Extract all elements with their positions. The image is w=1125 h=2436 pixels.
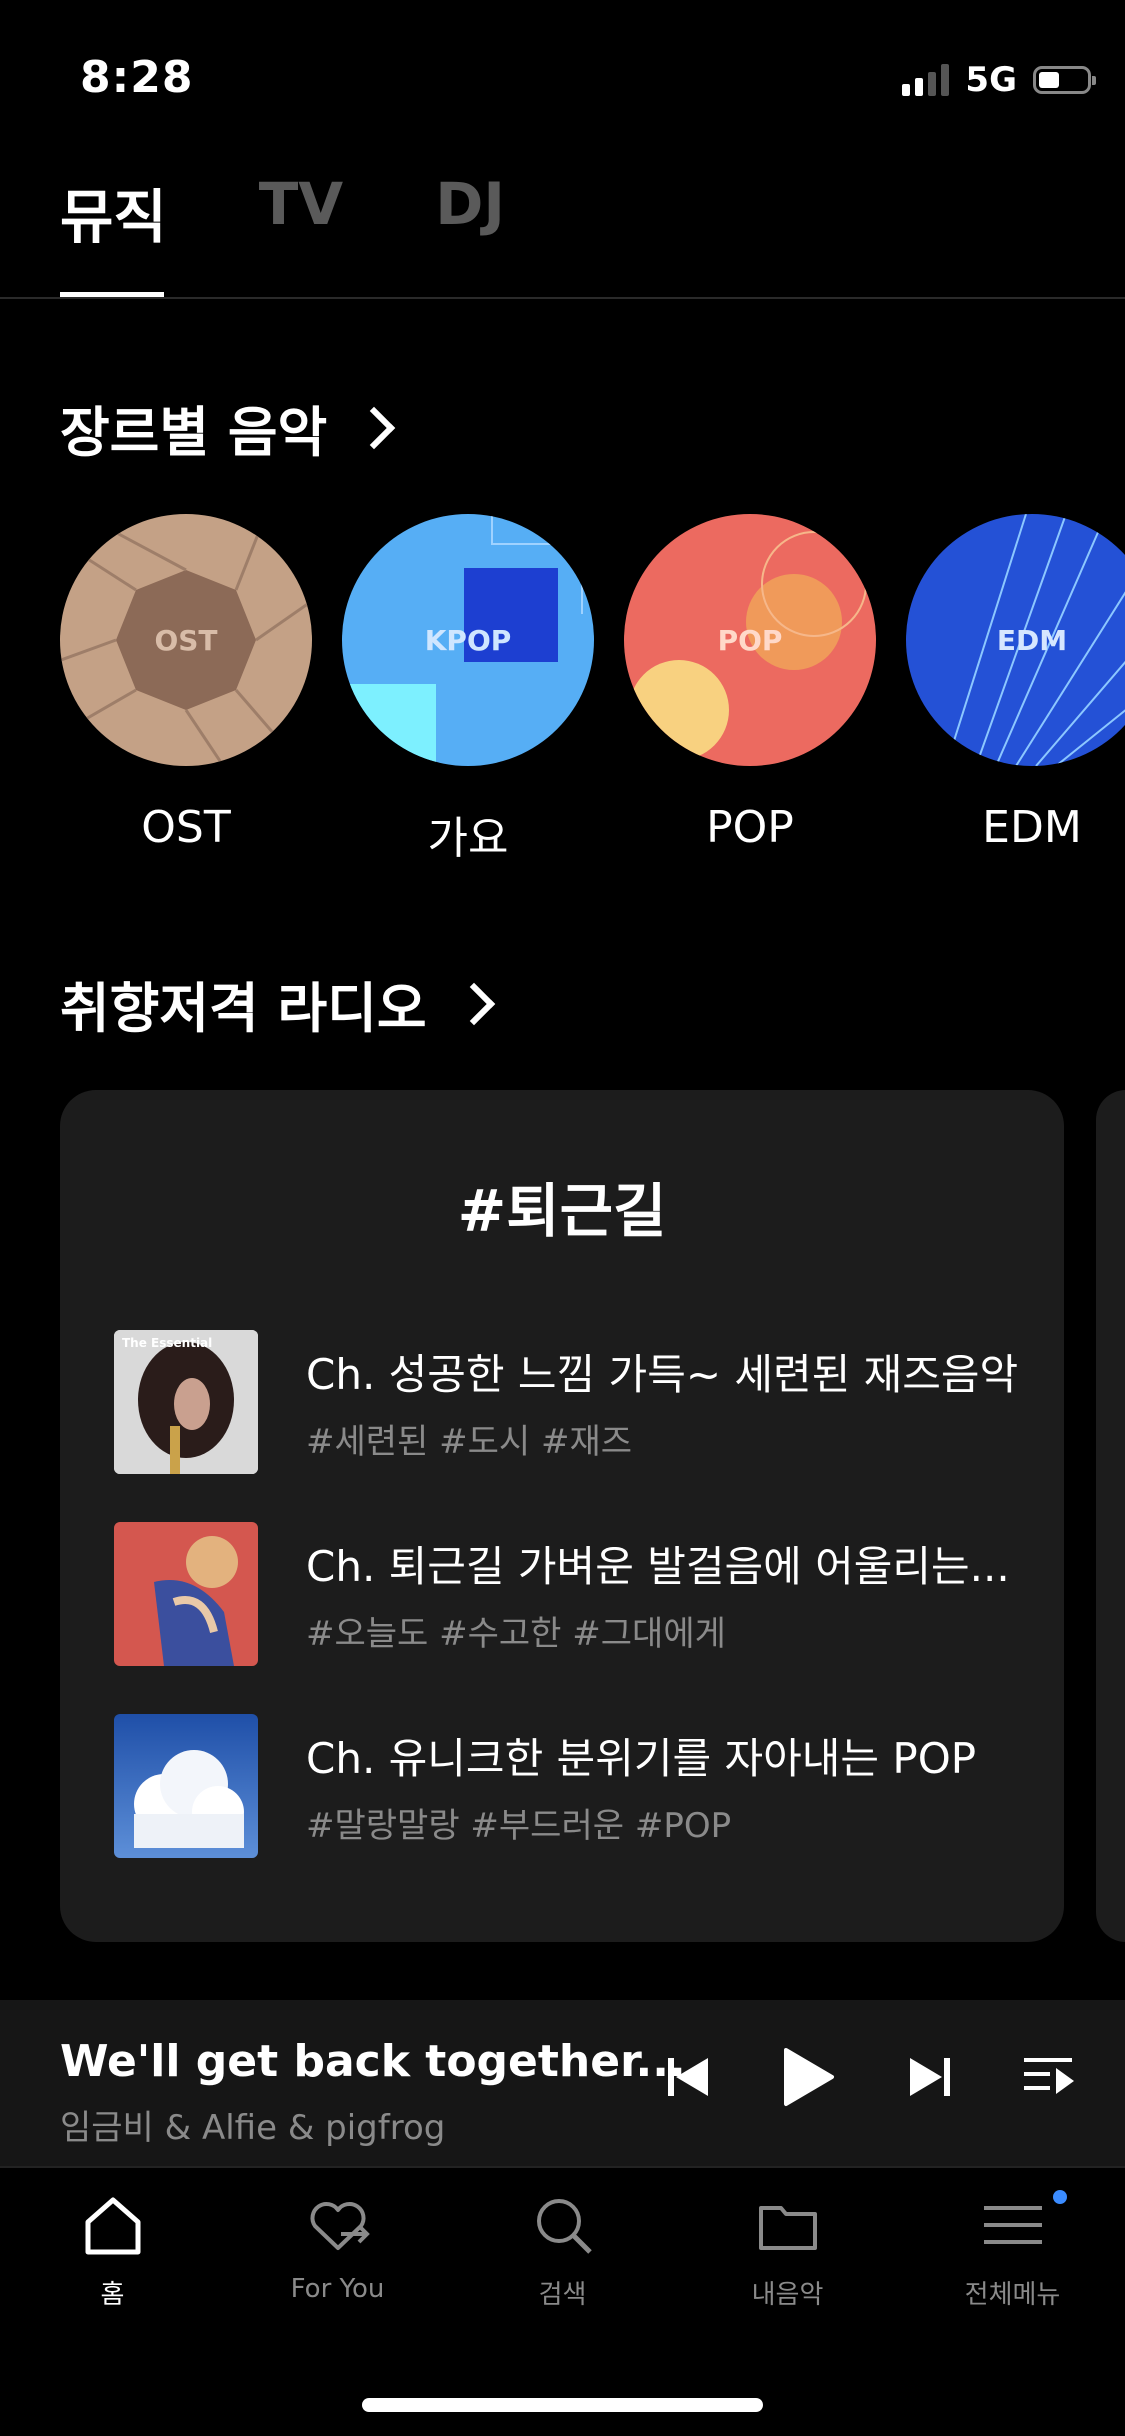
nav-full-menu-label: 전체메뉴 — [964, 2280, 1061, 2310]
channel-cover-text: The Essential — [122, 1336, 213, 1350]
radio-section-title: 취향저격 라디오 — [60, 977, 427, 1040]
bottom-nav: 홈 For You 검색 내음악 전체메뉴 — [0, 2190, 1125, 2311]
next-button[interactable] — [904, 2052, 954, 2106]
signal-icon — [902, 64, 950, 96]
genre-kpop-label: 가요 — [427, 813, 509, 864]
radio-channel-item[interactable]: The Essential Ch. 성공한 느낌 가득~ 세련된 재즈음악 #세… — [114, 1330, 1018, 1474]
genre-ost-badge: OST — [154, 623, 218, 657]
channel-tags: #말랑말랑 #부드러운 #POP — [306, 1806, 732, 1846]
playlist-button[interactable] — [1020, 2052, 1076, 2106]
play-button[interactable] — [776, 2046, 838, 2112]
tab-dj[interactable]: DJ — [435, 170, 505, 254]
genre-ost-label: OST — [141, 802, 231, 853]
home-icon — [85, 2197, 140, 2255]
nav-for-you-label: For You — [290, 2274, 385, 2304]
radio-card[interactable]: #퇴근길 The Essential Ch. 성공한 느낌 가득~ 세련된 재즈… — [60, 1090, 1064, 1942]
nav-search-label: 검색 — [538, 2280, 587, 2310]
genre-edm-badge: EDM — [996, 623, 1068, 657]
radio-card-title: #퇴근길 — [457, 1177, 667, 1245]
genre-item-pop[interactable]: POP POP — [624, 514, 876, 866]
tabs-divider — [0, 297, 1125, 299]
genre-ost-artwork: OST — [60, 514, 312, 766]
genre-list: OST OST KPOP 가요 POP POP EDM EDM — [60, 514, 1125, 866]
channel-cover-commute — [114, 1522, 258, 1666]
notification-dot — [1053, 2190, 1067, 2204]
now-playing-artist: 임금비 & Alfie & pigfrog — [60, 2108, 446, 2148]
nav-my-music-label: 내음악 — [751, 2280, 824, 2310]
network-type: 5G — [965, 60, 1017, 100]
genre-pop-artwork: POP — [624, 514, 876, 766]
radio-channel-item[interactable]: Ch. 유니크한 분위기를 자아내는 POP #말랑말랑 #부드러운 #POP — [114, 1714, 976, 1858]
channel-cover-jazz: The Essential — [114, 1330, 258, 1474]
radio-section-header[interactable]: 취향저격 라디오 — [60, 964, 495, 1043]
top-tabs: 뮤직 TV DJ — [60, 170, 505, 254]
genre-item-edm[interactable]: EDM EDM — [906, 514, 1125, 866]
home-indicator — [362, 2398, 763, 2412]
channel-title: Ch. 퇴근길 가벼운 발걸음에 어울리는... — [306, 1542, 1010, 1591]
nav-home[interactable]: 홈 — [0, 2190, 225, 2311]
chevron-right-icon — [452, 982, 495, 1025]
genre-item-kpop[interactable]: KPOP 가요 — [342, 514, 594, 866]
genre-edm-artwork: EDM — [906, 514, 1125, 766]
channel-cover-pop — [114, 1714, 258, 1858]
tab-music[interactable]: 뮤직 — [60, 170, 167, 254]
bottom-nav-divider — [0, 2166, 1125, 2168]
genre-pop-label: POP — [706, 802, 794, 853]
menu-icon — [983, 2206, 1042, 2244]
next-icon — [910, 2058, 950, 2096]
folder-icon — [758, 2206, 817, 2250]
radio-channel-item[interactable]: Ch. 퇴근길 가벼운 발걸음에 어울리는... #오늘도 #수고한 #그대에게 — [114, 1522, 1010, 1666]
status-indicators: 5G — [902, 60, 1096, 100]
heart-arrow-icon — [310, 2202, 370, 2250]
tab-tv[interactable]: TV — [259, 170, 343, 254]
genre-section-header[interactable]: 장르별 음악 — [60, 388, 396, 467]
search-icon — [536, 2199, 592, 2254]
nav-home-label: 홈 — [100, 2280, 125, 2310]
chevron-right-icon — [352, 406, 396, 449]
previous-icon — [668, 2058, 708, 2096]
genre-edm-label: EDM — [982, 802, 1082, 853]
channel-tags: #오늘도 #수고한 #그대에게 — [306, 1614, 726, 1654]
nav-full-menu[interactable]: 전체메뉴 — [900, 2190, 1125, 2311]
channel-tags: #세련된 #도시 #재즈 — [306, 1422, 633, 1462]
channel-title: Ch. 성공한 느낌 가득~ 세련된 재즈음악 — [306, 1350, 1019, 1399]
nav-my-music[interactable]: 내음악 — [675, 2190, 900, 2311]
genre-pop-badge: POP — [717, 623, 783, 657]
genre-item-ost[interactable]: OST OST — [60, 514, 312, 866]
channel-title: Ch. 유니크한 분위기를 자아내는 POP — [306, 1734, 977, 1783]
nav-for-you[interactable]: For You — [225, 2190, 450, 2311]
playlist-icon — [1024, 2058, 1074, 2094]
next-radio-card[interactable] — [1096, 1090, 1125, 1942]
now-playing-title: We'll get back together... — [60, 2036, 686, 2087]
genre-section-title: 장르별 음악 — [60, 401, 328, 464]
mini-player[interactable]: We'll get back together... 임금비 & Alfie &… — [0, 2000, 1125, 2166]
status-time: 8:28 — [80, 52, 194, 103]
genre-kpop-artwork: KPOP — [342, 514, 594, 766]
play-icon — [784, 2048, 834, 2106]
nav-search[interactable]: 검색 — [450, 2190, 675, 2311]
battery-icon — [1033, 66, 1096, 94]
genre-kpop-badge: KPOP — [424, 623, 512, 657]
previous-button[interactable] — [664, 2052, 714, 2106]
